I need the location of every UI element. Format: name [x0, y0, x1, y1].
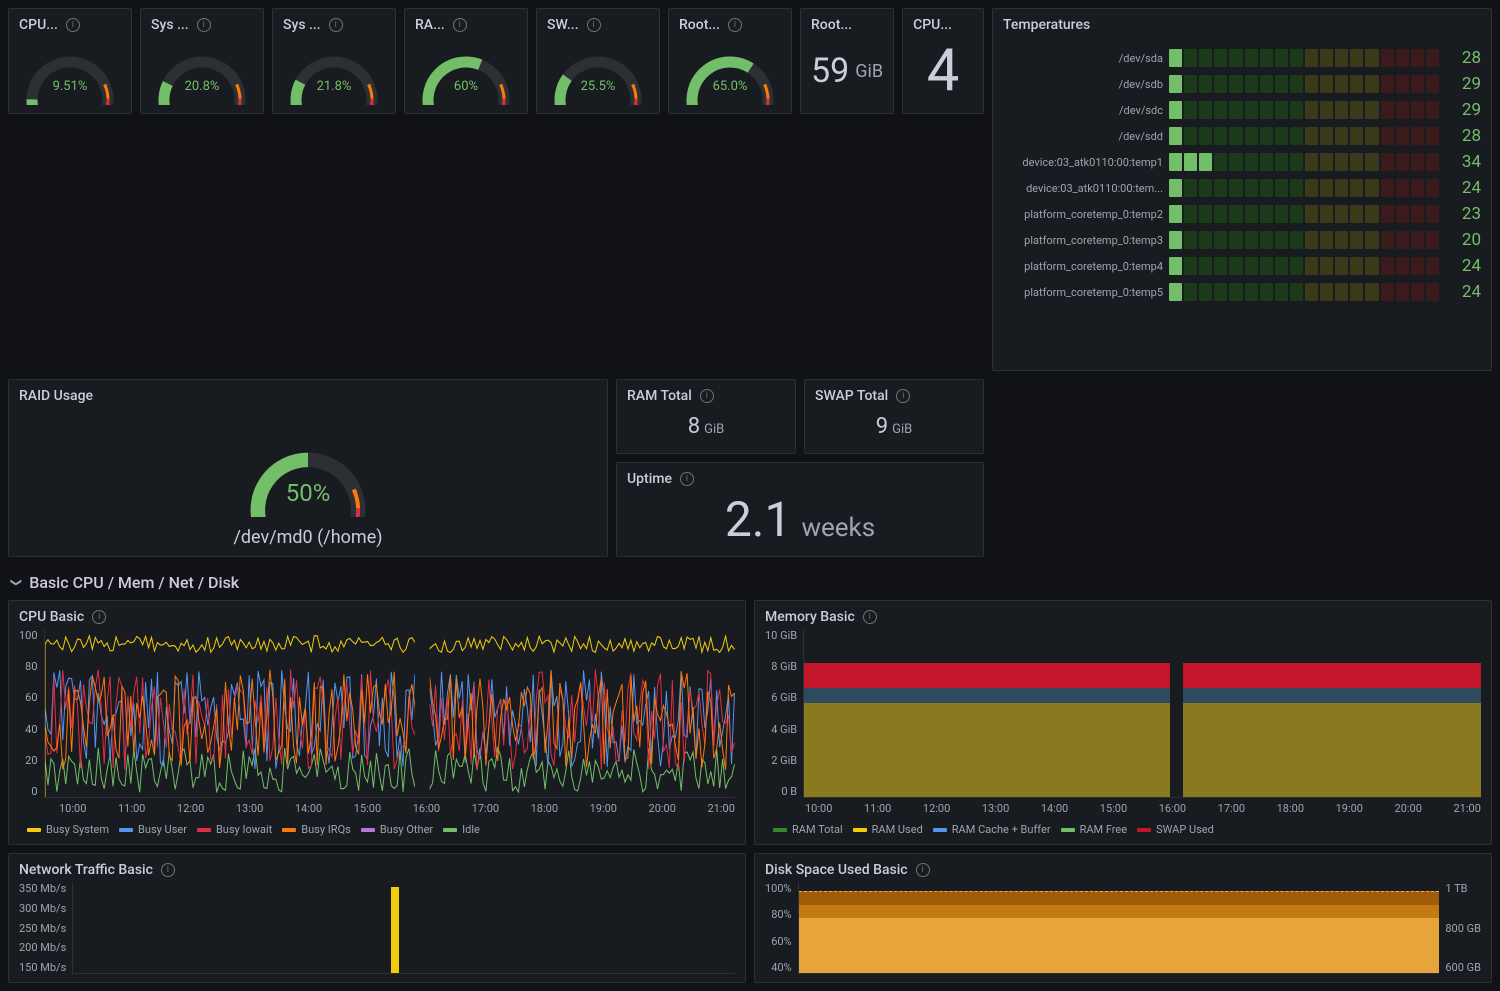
legend-item[interactable]: Idle	[443, 823, 480, 836]
legend-item[interactable]: RAM Free	[1061, 823, 1128, 836]
legend-item[interactable]: RAM Used	[853, 823, 923, 836]
legend-item[interactable]: SWAP Used	[1137, 823, 1214, 836]
network-basic-panel[interactable]: Network Traffic Basici 350 Mb/s300 Mb/s2…	[8, 853, 746, 983]
gauge-panel-0[interactable]: CPU... i 9.51%	[8, 8, 132, 114]
x-axis: 10:0011:0012:0013:0014:0015:0016:0017:00…	[19, 798, 735, 819]
cpu-cores-panel[interactable]: CPU... 4	[902, 8, 984, 114]
raid-label: /dev/md0 (/home)	[19, 527, 597, 548]
panel-title: CPU...	[19, 17, 58, 33]
mem-plot[interactable]	[803, 629, 1481, 798]
swap-total-panel[interactable]: SWAP Totali 9GiB	[804, 379, 984, 454]
temperatures-panel[interactable]: Temperatures /dev/sda28/dev/sdb29/dev/sd…	[992, 8, 1492, 371]
gauge-panel-3[interactable]: RA...i 60%	[404, 8, 528, 114]
gauge-panel-4[interactable]: SW...i 25.5%	[536, 8, 660, 114]
info-icon[interactable]: i	[197, 18, 211, 32]
info-icon[interactable]: i	[896, 389, 910, 403]
gauge: 9.51%	[19, 45, 121, 105]
root-free-value: 59	[811, 51, 849, 91]
info-icon[interactable]: i	[329, 18, 343, 32]
info-icon[interactable]: i	[92, 610, 106, 624]
info-icon[interactable]: i	[66, 18, 80, 32]
temp-row: /dev/sda28	[1003, 45, 1481, 71]
legend-item[interactable]: Busy Other	[361, 823, 433, 836]
chevron-down-icon: ❯	[10, 578, 23, 587]
legend-item[interactable]: RAM Cache + Buffer	[933, 823, 1051, 836]
temp-row: /dev/sdd28	[1003, 123, 1481, 149]
gauge-panel-1[interactable]: Sys ...i 20.8%	[140, 8, 264, 114]
cpu-basic-panel[interactable]: CPU Basici 100806040200 10:0011:0012:001…	[8, 600, 746, 845]
gauge-panel-2[interactable]: Sys ...i 21.8%	[272, 8, 396, 114]
y-axis-right: 1 TB800 GB600 GB	[1439, 882, 1481, 974]
y-axis: 100806040200	[19, 629, 44, 798]
legend-item[interactable]: Busy Iowait	[197, 823, 272, 836]
cpu-plot[interactable]	[44, 629, 735, 798]
section-toggle-basic[interactable]: ❯ Basic CPU / Mem / Net / Disk	[0, 565, 1500, 600]
legend-item[interactable]: RAM Total	[773, 823, 843, 836]
temp-row: /dev/sdc29	[1003, 97, 1481, 123]
raid-usage-panel[interactable]: RAID Usage 50% /dev/md0 (/home)	[8, 379, 608, 557]
top-row: CPU... i 9.51% Sys ...i 20.8% Sys ...i 21…	[0, 0, 1500, 379]
disk-basic-panel[interactable]: Disk Space Used Basici 100%80%60%40% 1 T…	[754, 853, 1492, 983]
info-icon[interactable]: i	[863, 610, 877, 624]
temp-row: /dev/sdb29	[1003, 71, 1481, 97]
raid-gauge: 50%	[242, 437, 374, 517]
temp-row: device:03_atk0110:00:temp134	[1003, 149, 1481, 175]
y-axis: 100%80%60%40%	[765, 882, 798, 974]
info-icon[interactable]: i	[587, 18, 601, 32]
disk-plot[interactable]	[798, 882, 1440, 974]
temp-row: platform_coretemp_0:temp424	[1003, 253, 1481, 279]
uptime-panel[interactable]: Uptimei 2.1weeks	[616, 462, 984, 557]
net-plot[interactable]	[72, 882, 735, 974]
x-axis: 10:0011:0012:0013:0014:0015:0016:0017:00…	[765, 798, 1481, 819]
temp-row: platform_coretemp_0:temp223	[1003, 201, 1481, 227]
root-free-panel[interactable]: Root... 59GiB	[800, 8, 894, 114]
legend-item[interactable]: Busy System	[27, 823, 109, 836]
temp-row: device:03_atk0110:00:tem...24	[1003, 175, 1481, 201]
info-icon[interactable]: i	[453, 18, 467, 32]
memory-basic-panel[interactable]: Memory Basici 10 GiB8 GiB6 GiB4 GiB2 GiB…	[754, 600, 1492, 845]
info-icon[interactable]: i	[916, 863, 930, 877]
info-icon[interactable]: i	[680, 472, 694, 486]
ram-total-panel[interactable]: RAM Totali 8GiB	[616, 379, 796, 454]
gauge-panel-5[interactable]: Root...i 65.0%	[668, 8, 792, 114]
temperature-list: /dev/sda28/dev/sdb29/dev/sdc29/dev/sdd28…	[1003, 37, 1481, 305]
info-icon[interactable]: i	[728, 18, 742, 32]
temp-row: platform_coretemp_0:temp524	[1003, 279, 1481, 305]
cpu-cores-value: 4	[927, 37, 960, 105]
legend-item[interactable]: Busy IRQs	[282, 823, 351, 836]
info-icon[interactable]: i	[700, 389, 714, 403]
legend-item[interactable]: Busy User	[119, 823, 187, 836]
temp-row: platform_coretemp_0:temp320	[1003, 227, 1481, 253]
y-axis: 350 Mb/s300 Mb/s250 Mb/s200 Mb/s150 Mb/s	[19, 882, 72, 974]
info-icon[interactable]: i	[161, 863, 175, 877]
uptime-value: 2.1	[725, 491, 792, 548]
y-axis: 10 GiB8 GiB6 GiB4 GiB2 GiB0 B	[765, 629, 803, 798]
